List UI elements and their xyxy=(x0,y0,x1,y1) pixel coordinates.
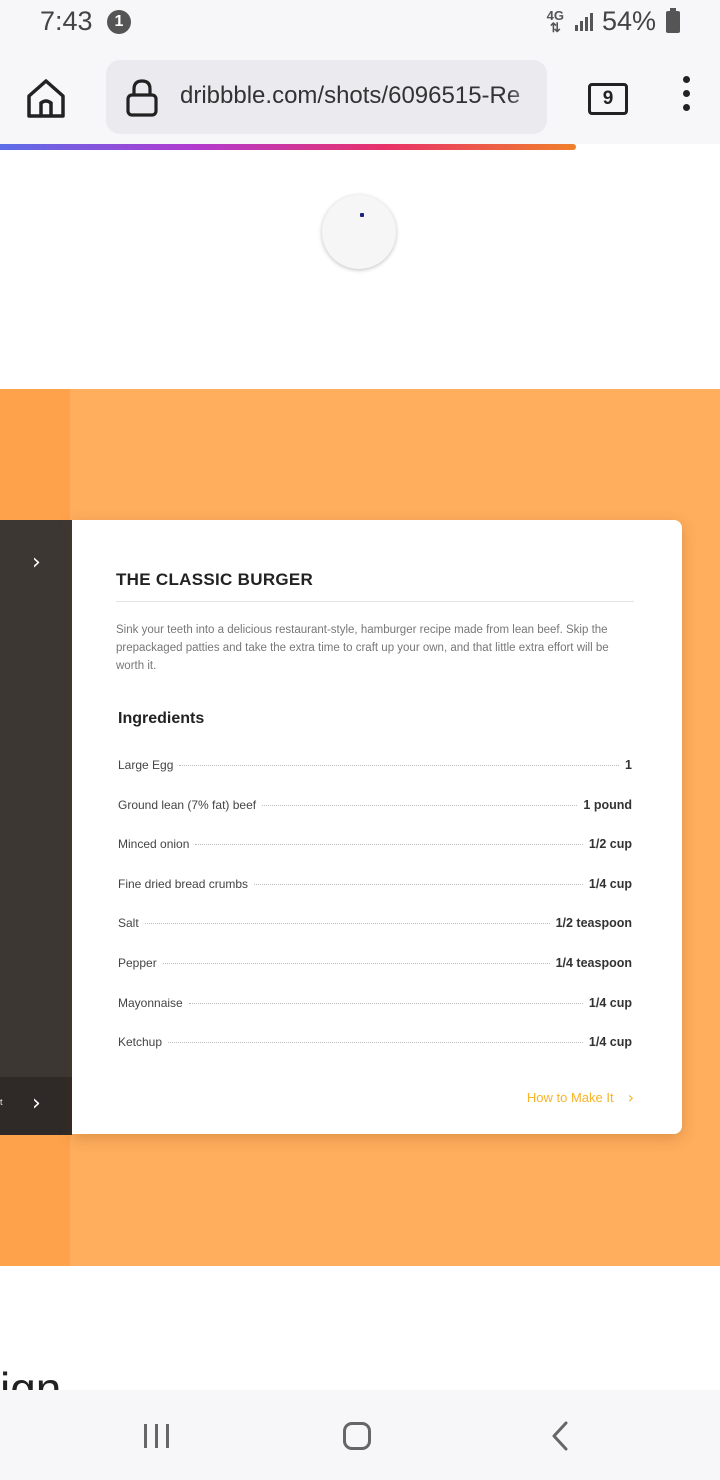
tab-switcher-button[interactable]: 9 xyxy=(588,83,628,115)
title-divider xyxy=(116,601,634,602)
list-item: Ketchup 1/4 cup xyxy=(118,1035,632,1075)
leader-dots xyxy=(168,1042,583,1044)
network-type-icon: 4G ⇅ xyxy=(546,7,564,35)
ingredient-name: Ketchup xyxy=(118,1035,163,1050)
chevron-right-icon[interactable]: › xyxy=(32,550,41,575)
status-time: 7:43 xyxy=(40,6,93,36)
ingredient-name: Large Egg xyxy=(118,758,174,772)
list-item: Large Egg 1 xyxy=(118,758,632,798)
recipe-title: THE CLASSIC BURGER xyxy=(116,570,314,589)
ingredient-name: Mayonnaise xyxy=(118,995,183,1010)
browser-toolbar: dribbble.com/shots/6096515-Re 9 xyxy=(0,46,720,150)
list-item: Ground lean (7% fat) beef 1 pound xyxy=(118,798,632,838)
recent-apps-icon[interactable] xyxy=(144,1424,172,1448)
spinner-dot xyxy=(360,213,364,217)
list-item: Salt 1/2 teaspoon xyxy=(118,916,632,956)
recipe-description: Sink your teeth into a delicious restaur… xyxy=(116,624,609,672)
url-fade xyxy=(507,60,547,134)
side-panel-edge-text: t xyxy=(0,1097,3,1107)
ingredient-name: Ground lean (7% fat) beef xyxy=(118,797,257,812)
leader-dots xyxy=(262,804,578,806)
side-panel-footer: t › xyxy=(0,1077,72,1135)
home-icon[interactable] xyxy=(24,76,68,120)
page-load-progress xyxy=(0,144,720,150)
list-item: Minced onion 1/2 cup xyxy=(118,837,632,877)
battery-percent: 54% xyxy=(601,6,656,36)
address-bar[interactable]: dribbble.com/shots/6096515-Re xyxy=(106,60,547,134)
partial-heading-text: ign xyxy=(0,1366,61,1390)
list-item: Mayonnaise 1/4 cup xyxy=(118,996,632,1036)
how-to-make-it-link[interactable]: How to Make It › xyxy=(527,1088,634,1107)
list-item: Fine dried bread crumbs 1/4 cup xyxy=(118,877,632,917)
status-indicators: 4G ⇅ 54% xyxy=(547,6,680,37)
ingredient-name: Minced onion xyxy=(118,837,190,852)
ingredient-qty: 1/4 cup xyxy=(588,876,632,891)
side-panel: › t › xyxy=(0,520,72,1135)
leader-dots xyxy=(179,765,620,766)
leader-dots xyxy=(144,923,550,925)
ingredient-qty: 1/4 teaspoon xyxy=(555,955,632,970)
ingredient-qty: 1 xyxy=(625,758,632,772)
ingredient-name: Salt xyxy=(118,916,139,931)
leader-dots xyxy=(254,883,583,885)
ingredients-heading: Ingredients xyxy=(118,710,205,727)
ingredient-qty: 1 pound xyxy=(583,797,632,812)
chevron-right-icon: › xyxy=(627,1088,634,1107)
leader-dots xyxy=(188,1002,583,1004)
how-to-make-it-label: How to Make It xyxy=(526,1090,614,1105)
status-bar: 7:43 1 4G ⇅ 54% xyxy=(0,0,720,46)
leader-dots xyxy=(162,962,550,964)
overflow-menu-icon[interactable] xyxy=(676,76,696,120)
ingredient-qty: 1/4 cup xyxy=(588,995,632,1010)
home-button-icon[interactable] xyxy=(343,1422,371,1450)
url-text: dribbble.com/shots/6096515-Re xyxy=(180,82,521,109)
signal-icon xyxy=(574,12,593,31)
lock-icon xyxy=(126,79,158,117)
system-nav-bar xyxy=(0,1390,720,1480)
battery-icon xyxy=(666,7,680,33)
leader-dots xyxy=(195,844,583,846)
chevron-right-icon[interactable]: › xyxy=(32,1091,41,1116)
ingredient-name: Fine dried bread crumbs xyxy=(118,876,249,891)
ingredient-qty: 1/2 teaspoon xyxy=(555,916,632,931)
ingredient-qty: 1/4 cup xyxy=(588,1035,632,1050)
progress-fill xyxy=(0,144,576,150)
ingredient-qty: 1/2 cup xyxy=(588,837,632,852)
loading-spinner xyxy=(322,195,396,269)
notification-badge: 1 xyxy=(107,10,131,34)
recipe-card: THE CLASSIC BURGER Sink your teeth into … xyxy=(72,520,682,1134)
ingredient-name: Pepper xyxy=(118,955,157,970)
back-icon[interactable] xyxy=(548,1420,574,1452)
list-item: Pepper 1/4 teaspoon xyxy=(118,956,632,996)
ingredients-list: Large Egg 1 Ground lean (7% fat) beef 1 po… xyxy=(118,758,632,1075)
